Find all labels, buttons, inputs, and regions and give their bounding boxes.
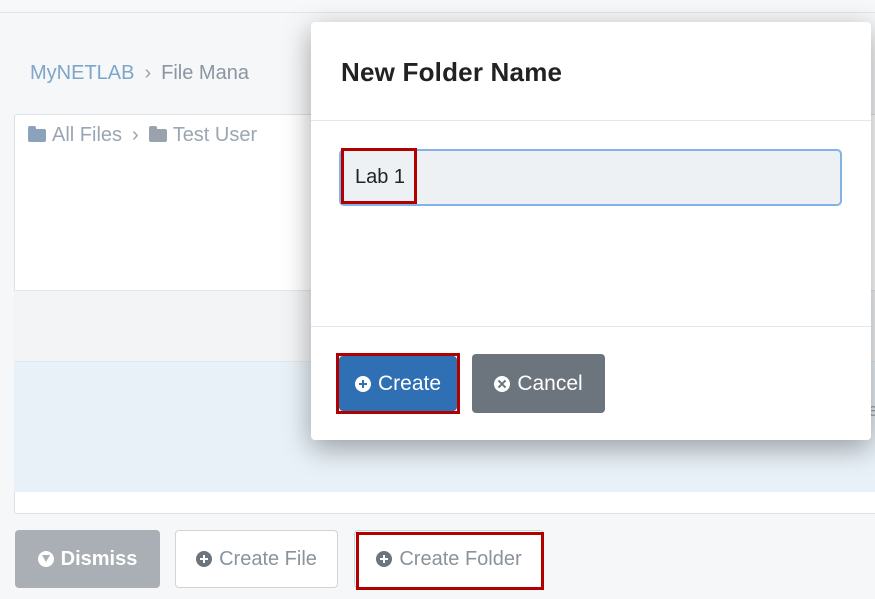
dismiss-button[interactable]: Dismiss [15,530,160,588]
modal-create-button[interactable]: Create [339,356,457,411]
create-file-button-label: Create File [219,547,317,570]
plus-circle-icon [354,375,371,392]
breadcrumb-home-link[interactable]: MyNETLAB [30,62,134,84]
modal-create-button-label: Create [377,371,442,395]
top-strip [0,0,875,13]
folder-icon [148,126,167,142]
arrow-down-circle-icon [37,551,54,567]
folder-path: All Files › Test User [28,124,257,147]
plus-circle-icon [196,551,213,567]
modal-footer-divider [311,326,871,327]
folder-name-input[interactable] [339,149,842,206]
modal-cancel-button[interactable]: Cancel [472,354,605,413]
create-file-button[interactable]: Create File [175,530,338,588]
path-chevron-icon: › [132,124,139,146]
breadcrumb-current: File Mana [161,62,249,84]
create-folder-button-label: Create Folder [399,547,522,570]
breadcrumb: MyNETLAB › File Mana [30,62,249,85]
path-user-folder[interactable]: Test User [173,124,257,147]
path-all-files-link[interactable]: All Files [52,124,122,147]
modal-title: New Folder Name [341,57,563,87]
create-folder-button[interactable]: Create Folder [354,530,544,588]
folder-icon [28,126,46,142]
modal-cancel-button-label: Cancel [517,371,583,395]
dismiss-button-label: Dismiss [60,547,138,570]
close-circle-icon [494,375,511,392]
plus-circle-icon [376,551,393,567]
breadcrumb-chevron-icon: › [144,62,152,84]
modal-header-divider [311,120,871,121]
